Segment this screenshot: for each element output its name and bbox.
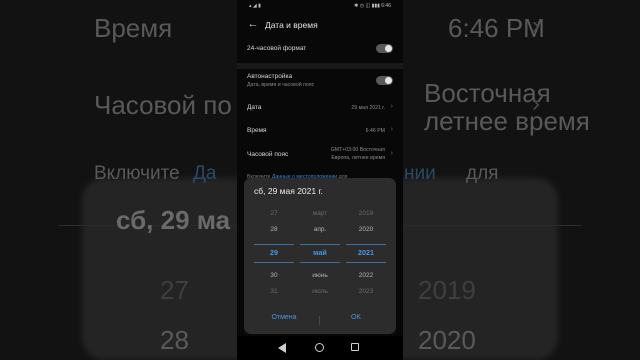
setting-time[interactable]: Время 6:46 PM › — [247, 126, 393, 137]
setting-auto-subtitle: Дата, время и часовой пояс — [247, 82, 315, 88]
day-option[interactable]: 28 — [254, 226, 294, 233]
selection-line — [300, 244, 340, 245]
nav-recents-icon[interactable] — [351, 343, 359, 351]
month-option[interactable]: июнь — [300, 272, 340, 279]
year-option-selected[interactable]: 2021 — [346, 248, 386, 257]
status-icons-right: ✱ ◷ ◫ ▮▮▮ 6:46 — [354, 3, 391, 9]
setting-date-label: Дата — [247, 104, 262, 111]
setting-date[interactable]: Дата 29 мая 2021 г. › — [247, 103, 393, 114]
background-day-27: 27 — [160, 275, 189, 305]
background-year-2019: 2019 — [418, 275, 476, 305]
setting-24h-label: 24-часовой формат — [247, 45, 307, 52]
setting-timezone-value-2: Европа, летнее время — [331, 155, 385, 161]
month-option[interactable]: июль — [300, 288, 340, 295]
selection-line — [254, 244, 294, 245]
ok-button[interactable]: OK — [326, 314, 386, 321]
toggle-24h-format[interactable] — [376, 44, 393, 53]
nav-home-icon[interactable] — [315, 343, 324, 352]
background-dialog-title: сб, 29 ма — [116, 205, 231, 235]
date-picker-dialog: сб, 29 мая 2021 г. 27 28 29 30 31 март апр. ма… — [244, 178, 396, 334]
cancel-button[interactable]: Отмена — [254, 314, 314, 321]
status-bar: ▴ ◢ ▮ ✱ ◷ ◫ ▮▮▮ 6:46 — [237, 0, 403, 12]
background-year-2020: 2020 — [418, 325, 476, 355]
background-timezone-value-2: летнее время — [424, 106, 590, 136]
setting-time-value: 6:46 PM — [365, 128, 385, 134]
year-option[interactable]: 2019 — [346, 210, 386, 217]
selection-line — [346, 244, 386, 245]
day-wheel[interactable]: 27 28 29 30 31 — [254, 204, 294, 302]
background-hint-link: Да — [193, 163, 217, 184]
chevron-right-icon: › — [390, 103, 393, 110]
month-option-selected[interactable]: май — [300, 248, 340, 257]
month-option[interactable]: апр. — [300, 226, 340, 233]
background-day-28: 28 — [160, 325, 189, 355]
setting-timezone[interactable]: Часовой пояс GMT+03:00 Восточная Европа,… — [247, 147, 393, 165]
section-divider — [237, 63, 403, 69]
background-hint-link: нии — [404, 163, 436, 184]
background-time-value: 6:46 PM — [448, 13, 545, 43]
dialog-actions: Отмена OK — [244, 314, 396, 328]
setting-timezone-value-1: GMT+03:00 Восточная — [330, 147, 385, 153]
setting-time-label: Время — [247, 127, 267, 134]
chevron-right-icon: › — [390, 126, 393, 133]
month-option[interactable]: март — [300, 210, 340, 217]
year-option[interactable]: 2023 — [346, 288, 386, 295]
day-option-selected[interactable]: 29 — [254, 248, 294, 257]
background-hint-suffix: для — [466, 163, 499, 184]
date-picker: 27 28 29 30 31 март апр. май июнь июль 2019 2020 2… — [244, 204, 396, 302]
year-option[interactable]: 2020 — [346, 226, 386, 233]
background-time-label: Время — [94, 13, 173, 43]
navigation-bar — [237, 336, 403, 360]
setting-date-value: 29 мая 2021 г. — [351, 105, 385, 111]
setting-auto[interactable]: Автонастройка Дата, время и часовой пояс — [247, 73, 393, 89]
setting-timezone-label: Часовой пояс — [247, 151, 289, 158]
selection-line — [300, 262, 340, 263]
day-option[interactable]: 31 — [254, 288, 294, 295]
background-chevron-icon: › — [532, 12, 540, 39]
setting-auto-label: Автонастройка — [247, 73, 293, 80]
day-option[interactable]: 27 — [254, 210, 294, 217]
setting-24h-format[interactable]: 24-часовой формат — [247, 44, 393, 54]
background-chevron-icon: › — [532, 90, 540, 117]
button-separator — [319, 316, 320, 325]
background-hint-prefix: Включите — [94, 163, 180, 184]
year-wheel[interactable]: 2019 2020 2021 2022 2023 — [346, 204, 386, 302]
chevron-right-icon: › — [390, 150, 393, 157]
page-title: Дата и время — [265, 20, 318, 30]
day-option[interactable]: 30 — [254, 272, 294, 279]
dialog-title: сб, 29 мая 2021 г. — [254, 186, 323, 196]
status-icons-left: ▴ ◢ ▮ — [249, 3, 261, 9]
nav-back-icon[interactable] — [278, 343, 286, 353]
toggle-auto[interactable] — [376, 76, 393, 85]
year-option[interactable]: 2022 — [346, 272, 386, 279]
background-timezone-label: Часовой по — [94, 90, 232, 120]
header: ← Дата и время — [237, 14, 403, 36]
month-wheel[interactable]: март апр. май июнь июль — [300, 204, 340, 302]
arrow-left-icon[interactable]: ← — [247, 18, 259, 30]
selection-line — [346, 262, 386, 263]
selection-line — [254, 262, 294, 263]
